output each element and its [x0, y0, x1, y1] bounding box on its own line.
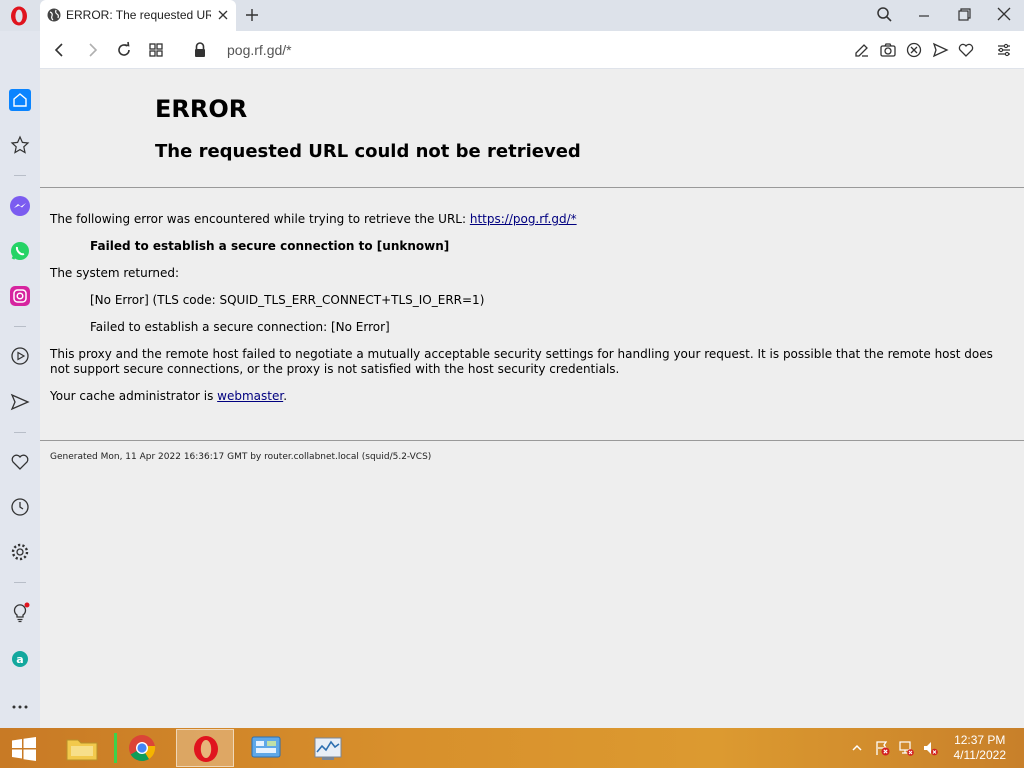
- flow-icon[interactable]: [9, 391, 31, 413]
- sidebar-divider: [14, 326, 26, 327]
- taskbar-chrome[interactable]: [114, 729, 172, 767]
- taskbar-opera[interactable]: [176, 729, 234, 767]
- sidebar: a: [0, 31, 40, 728]
- tls-code-text: [No Error] (TLS code: SQUID_TLS_ERR_CONN…: [90, 293, 485, 307]
- opera-icon: [194, 736, 218, 762]
- tab-title: ERROR: The requested URL: [66, 8, 211, 22]
- clock-date: 4/11/2022: [953, 748, 1007, 762]
- ad-block-icon[interactable]: [905, 41, 923, 59]
- page-title: ERROR: [155, 95, 248, 123]
- instagram-icon[interactable]: [9, 285, 31, 307]
- admin-paragraph: Your cache administrator is webmaster.: [50, 389, 287, 403]
- send-icon[interactable]: [931, 41, 949, 59]
- volume-muted-icon[interactable]: [922, 740, 938, 756]
- network-icon[interactable]: [898, 740, 914, 756]
- system-returned-label: The system returned:: [50, 266, 180, 280]
- control-panel-icon: [251, 736, 281, 758]
- error-header: ERROR The requested URL could not be ret…: [40, 70, 1024, 188]
- taskbar: 12:37 PM 4/11/2022: [0, 728, 1024, 768]
- restore-icon[interactable]: [953, 5, 975, 25]
- proxy-explanation: This proxy and the remote host failed to…: [50, 347, 993, 376]
- lightbulb-icon[interactable]: [9, 602, 31, 624]
- page-subtitle: The requested URL could not be retrieved: [155, 141, 581, 162]
- webmaster-link[interactable]: webmaster: [217, 389, 283, 403]
- taskbar-file-explorer[interactable]: [53, 729, 111, 767]
- tab-active[interactable]: ERROR: The requested URL: [40, 0, 236, 31]
- history-icon[interactable]: [9, 496, 31, 518]
- sidebar-divider: [14, 432, 26, 433]
- intro-paragraph: The following error was encountered whil…: [50, 212, 577, 226]
- settings-gear-icon[interactable]: [9, 541, 31, 563]
- whatsapp-icon[interactable]: [9, 240, 31, 262]
- address-bar: pog.rf.gd/*: [40, 31, 1024, 69]
- easy-setup-icon[interactable]: [995, 41, 1013, 59]
- close-window-icon[interactable]: [993, 5, 1015, 25]
- reload-icon[interactable]: [114, 40, 134, 60]
- lock-icon[interactable]: [192, 40, 208, 60]
- sidebar-divider: [14, 175, 26, 176]
- snapshot-edit-icon[interactable]: [853, 41, 871, 59]
- chrome-icon: [129, 735, 156, 762]
- speed-dial-icon[interactable]: [146, 40, 166, 60]
- globe-icon: [47, 8, 61, 22]
- sidebar-divider: [14, 582, 26, 583]
- intro-text: The following error was encountered whil…: [50, 212, 470, 226]
- svg-text:a: a: [16, 653, 23, 666]
- page-content: ERROR The requested URL could not be ret…: [40, 70, 1024, 728]
- admin-suffix: .: [283, 389, 288, 403]
- requested-url-link[interactable]: https://pog.rf.gd/*: [470, 212, 577, 226]
- taskbar-control-panel[interactable]: [238, 729, 296, 767]
- close-tab-icon[interactable]: [215, 7, 231, 23]
- camera-icon[interactable]: [879, 41, 897, 59]
- windows-start-icon[interactable]: [10, 737, 38, 761]
- messenger-icon[interactable]: [9, 195, 31, 217]
- folder-icon: [66, 739, 98, 761]
- new-tab-icon[interactable]: [243, 6, 261, 24]
- action-center-flag-icon[interactable]: [874, 740, 890, 756]
- heart-icon[interactable]: [957, 41, 975, 59]
- admin-text: Your cache administrator is: [50, 389, 218, 403]
- player-icon[interactable]: [9, 345, 31, 367]
- bookmarks-icon[interactable]: [9, 134, 31, 156]
- more-options-icon[interactable]: [9, 696, 31, 718]
- minimize-icon[interactable]: [913, 5, 935, 25]
- opera-menu-icon[interactable]: [9, 6, 29, 26]
- my-flow-heart-icon[interactable]: [9, 451, 31, 473]
- show-hidden-icons-icon[interactable]: [849, 740, 865, 756]
- running-indicator: [114, 733, 117, 763]
- home-icon[interactable]: [9, 89, 31, 111]
- taskbar-performance-monitor[interactable]: [300, 729, 358, 767]
- forward-icon[interactable]: [82, 40, 102, 60]
- aria-icon[interactable]: a: [9, 648, 31, 670]
- secure-connection-error: Failed to establish a secure connection:…: [90, 320, 390, 334]
- footer-text: Generated Mon, 11 Apr 2022 16:36:17 GMT …: [50, 452, 432, 462]
- url-field[interactable]: pog.rf.gd/*: [227, 42, 292, 58]
- tab-bar: ERROR: The requested URL: [0, 0, 1024, 31]
- clock-time: 12:37 PM: [954, 733, 1006, 747]
- back-icon[interactable]: [50, 40, 70, 60]
- error-message: Failed to establish a secure connection …: [90, 239, 450, 253]
- performance-monitor-icon: [314, 737, 342, 760]
- footer-divider: [40, 440, 1024, 441]
- system-clock[interactable]: 12:37 PM 4/11/2022: [954, 733, 1007, 763]
- search-tabs-icon[interactable]: [873, 5, 895, 25]
